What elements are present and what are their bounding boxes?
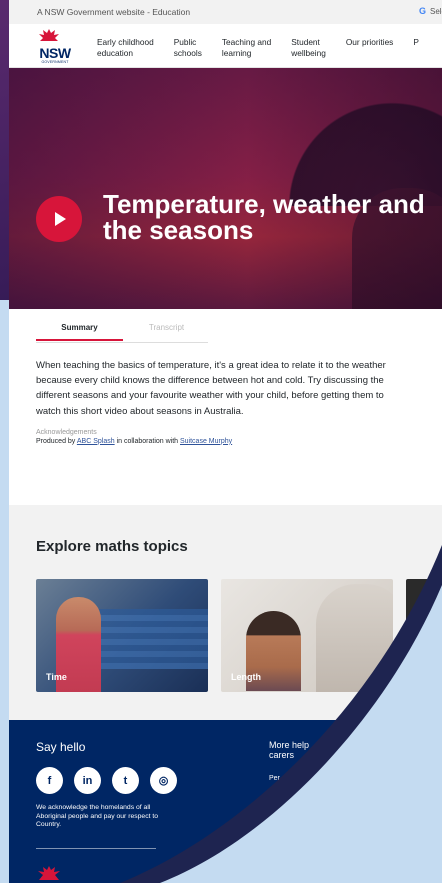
summary-text: When teaching the basics of temperature,… — [36, 360, 386, 417]
play-button[interactable] — [36, 196, 82, 242]
google-icon: G — [418, 6, 426, 16]
tab-transcript[interactable]: Transcript — [123, 309, 210, 343]
twitter-icon[interactable]: t — [112, 767, 139, 794]
topic-card-time[interactable]: Time — [36, 579, 208, 692]
country-acknowledgement: We acknowledge the homelands of all Abor… — [36, 804, 159, 828]
acknowledgements-text: Produced by ABC Splash in collaboration … — [36, 438, 401, 445]
summary-panel: When teaching the basics of temperature,… — [9, 343, 401, 445]
footer-logo-icon — [38, 866, 60, 880]
tabs-divider — [36, 342, 208, 343]
say-hello-heading: Say hello — [36, 740, 86, 754]
nav-item-early-childhood[interactable]: Early childhood education — [97, 37, 154, 59]
logo-wordmark: NSW — [39, 45, 71, 61]
explore-heading: Explore maths topics — [36, 538, 188, 555]
card-label: Time — [46, 672, 67, 682]
ack-prefix: Produced by — [36, 437, 77, 445]
facebook-icon[interactable]: f — [36, 767, 63, 794]
nav-item-our-priorities[interactable]: Our priorities — [346, 37, 394, 59]
topic-card-partial[interactable] — [406, 579, 442, 692]
page: A NSW Government website - Education G S… — [9, 0, 442, 883]
social-links: f in t ◎ — [36, 767, 177, 794]
card-image-pool — [96, 609, 208, 669]
site-header: NSW GOVERNMENT Early childhood education… — [9, 24, 442, 68]
content-tabs: Summary Transcript — [36, 309, 442, 343]
nav-item-more[interactable]: P — [413, 37, 419, 59]
main-navigation: Early childhood education Public schools… — [97, 37, 439, 59]
page-title: Temperature, weather and the seasons — [103, 189, 425, 245]
more-help-heading: More help carers — [269, 740, 310, 760]
translate-label: Sele — [429, 6, 442, 16]
waratah-icon — [39, 29, 59, 41]
site-footer: Say hello f in t ◎ We acknowledge the ho… — [9, 720, 442, 883]
tab-summary[interactable]: Summary — [36, 309, 123, 341]
topic-card-length[interactable]: Length — [221, 579, 393, 692]
translate-widget[interactable]: G Sele — [419, 6, 442, 16]
government-strip: A NSW Government website - Education G S… — [9, 0, 442, 24]
card-label: Length — [231, 672, 261, 682]
nsw-logo[interactable]: NSW GOVERNMENT — [9, 24, 71, 64]
footer-link[interactable]: Per — [269, 775, 280, 782]
abc-splash-link[interactable]: ABC Splash — [77, 438, 115, 445]
acknowledgements-label: Acknowledgements — [36, 428, 97, 436]
government-strip-text: A NSW Government website - Education — [37, 7, 191, 17]
instagram-icon[interactable]: ◎ — [150, 767, 177, 794]
nav-item-public-schools[interactable]: Public schools — [174, 37, 202, 59]
suitcase-murphy-link[interactable]: Suitcase Murphy — [180, 438, 232, 445]
play-icon — [55, 212, 66, 226]
nav-item-student-wellbeing[interactable]: Student wellbeing — [291, 37, 326, 59]
linkedin-icon[interactable]: in — [74, 767, 101, 794]
ack-middle: in collaboration with — [114, 437, 180, 445]
nav-item-teaching-learning[interactable]: Teaching and learning — [222, 37, 271, 59]
card-image-adult — [316, 584, 393, 692]
explore-section: Explore maths topics Time Length — [9, 505, 442, 720]
video-hero: Temperature, weather and the seasons — [9, 68, 442, 309]
footer-divider — [36, 848, 156, 849]
logo-subtext: GOVERNMENT — [41, 60, 69, 64]
